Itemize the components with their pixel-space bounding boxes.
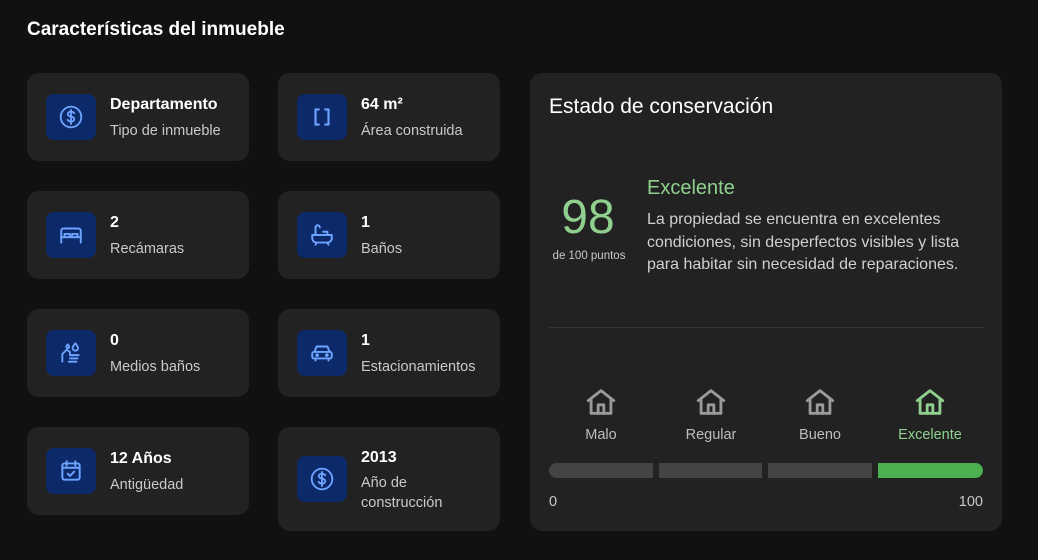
rating-description: La propiedad se encuentra en excelentes … [647, 211, 960, 273]
car-icon [297, 330, 347, 376]
feature-value: 1 [361, 332, 370, 349]
feature-card-medios-banos: 0 Medios baños [27, 309, 249, 397]
feature-card-tipo: Departamento Tipo de inmueble [27, 73, 249, 161]
feature-value: 1 [361, 214, 370, 231]
feature-value: 0 [110, 332, 119, 349]
house-icon [586, 389, 616, 415]
dollar-icon [46, 94, 96, 140]
bed-icon [46, 212, 96, 258]
feature-value: Departamento [110, 96, 218, 113]
feature-label: Año de construcción [361, 475, 443, 511]
level-bueno: Bueno [768, 385, 872, 443]
area-icon [297, 94, 347, 140]
divider [549, 327, 984, 328]
level-label: Excelente [898, 427, 962, 443]
level-label: Bueno [799, 427, 841, 443]
house-icon [915, 389, 945, 415]
house-icon [805, 389, 835, 415]
feature-label: Tipo de inmueble [110, 123, 221, 139]
feature-label: Baños [361, 241, 403, 257]
rating-title: Excelente [647, 177, 735, 199]
level-label: Malo [585, 427, 617, 443]
progress-segment-bueno [768, 463, 872, 478]
level-regular: Regular [659, 385, 763, 443]
feature-card-estacionamientos: 1 Estacionamientos [278, 309, 500, 397]
hand-wash-icon [46, 330, 96, 376]
conservation-panel: Estado de conservación 98 de 100 puntos … [530, 73, 1002, 531]
progress-segment-regular [659, 463, 762, 478]
feature-label: Área construida [361, 123, 463, 139]
feature-card-ano-construccion: 2013 Año de construcción [278, 427, 500, 531]
feature-card-banos: 1 Baños [278, 191, 500, 279]
bathtub-icon [297, 212, 347, 258]
score-value: 98 [561, 191, 615, 244]
progress-segment-excelente [878, 463, 983, 478]
dollar-icon [297, 456, 347, 502]
scale-min: 0 [549, 494, 558, 510]
section-title: Características del inmueble [27, 19, 285, 40]
feature-value: 2013 [361, 449, 397, 466]
feature-value: 64 m² [361, 96, 403, 113]
feature-label: Estacionamientos [361, 359, 476, 375]
scale-max: 100 [958, 494, 983, 510]
feature-card-area: 64 m² Área construida [278, 73, 500, 161]
feature-label: Medios baños [110, 359, 201, 375]
feature-value: 12 Años [110, 450, 172, 467]
progress-segment-malo [549, 463, 653, 478]
score-subtitle: de 100 puntos [552, 250, 626, 262]
level-label: Regular [685, 427, 737, 443]
house-icon [696, 389, 726, 415]
feature-card-recamaras: 2 Recámaras [27, 191, 249, 279]
feature-card-antiguedad: 12 Años Antigüedad [27, 427, 249, 515]
feature-label: Antigüedad [110, 477, 184, 493]
panel-title: Estado de conservación [549, 95, 774, 118]
calendar-check-icon [46, 448, 96, 494]
feature-value: 2 [110, 214, 119, 231]
level-malo: Malo [549, 385, 653, 443]
level-excelente: Excelente [878, 385, 982, 443]
feature-label: Recámaras [110, 241, 185, 257]
